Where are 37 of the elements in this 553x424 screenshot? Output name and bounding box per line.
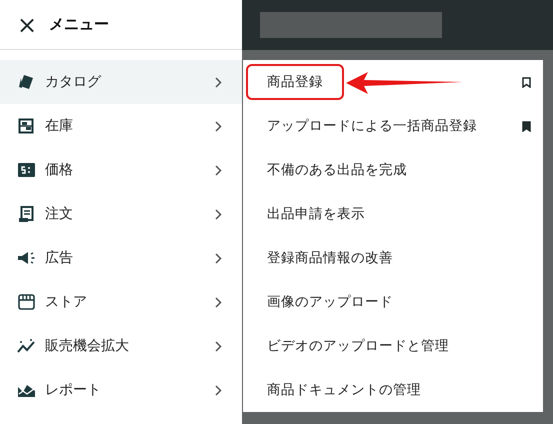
menu-title: メニュー: [49, 14, 110, 36]
menu-item-label: カタログ: [45, 72, 102, 92]
menu-item-label: 広告: [45, 248, 74, 268]
menu-item-label: レポート: [45, 380, 102, 400]
storefront-icon: [18, 294, 34, 310]
bookmark-icon[interactable]: [522, 76, 531, 88]
menu-item[interactable]: カタログ: [0, 60, 242, 104]
chevron-right-icon: [215, 120, 222, 132]
chevron-right-icon: [215, 296, 222, 308]
menu-item-label: 販売機会拡大: [45, 336, 130, 356]
submenu-item[interactable]: 画像のアップロード: [246, 284, 414, 320]
bookmark-icon[interactable]: [522, 120, 531, 132]
submenu-item[interactable]: ビデオのアップロードと管理: [246, 328, 470, 364]
chevron-right-icon: [215, 76, 222, 88]
trend-icon: [17, 339, 35, 353]
tag-icon: [18, 74, 34, 90]
megaphone-icon: [18, 251, 34, 265]
submenu-item[interactable]: アップロードによる一括商品登録: [246, 108, 498, 144]
receipt-icon: [18, 206, 34, 222]
chevron-right-icon: [215, 340, 222, 352]
menu-item-label: ストア: [45, 292, 88, 312]
submenu-item[interactable]: 不備のある出品を完成: [246, 152, 428, 188]
menu-item-label: 在庫: [45, 116, 74, 136]
chevron-right-icon: [215, 252, 222, 264]
shelf-icon: [18, 118, 34, 134]
price-tag-icon: [18, 163, 34, 177]
chart-icon: [18, 383, 34, 397]
submenu-item[interactable]: 商品登録: [246, 64, 344, 100]
submenu-item[interactable]: 出品申請を表示: [246, 196, 386, 232]
menu-item-label: 価格: [45, 160, 74, 180]
chevron-right-icon: [215, 208, 222, 220]
close-button[interactable]: ×: [17, 12, 38, 36]
submenu-item[interactable]: 登録商品情報の改善: [246, 240, 414, 276]
menu-item-label: 注文: [45, 204, 74, 224]
chevron-right-icon: [215, 164, 222, 176]
chevron-right-icon: [215, 384, 222, 396]
submenu-item[interactable]: 商品ドキュメントの管理: [246, 372, 442, 408]
